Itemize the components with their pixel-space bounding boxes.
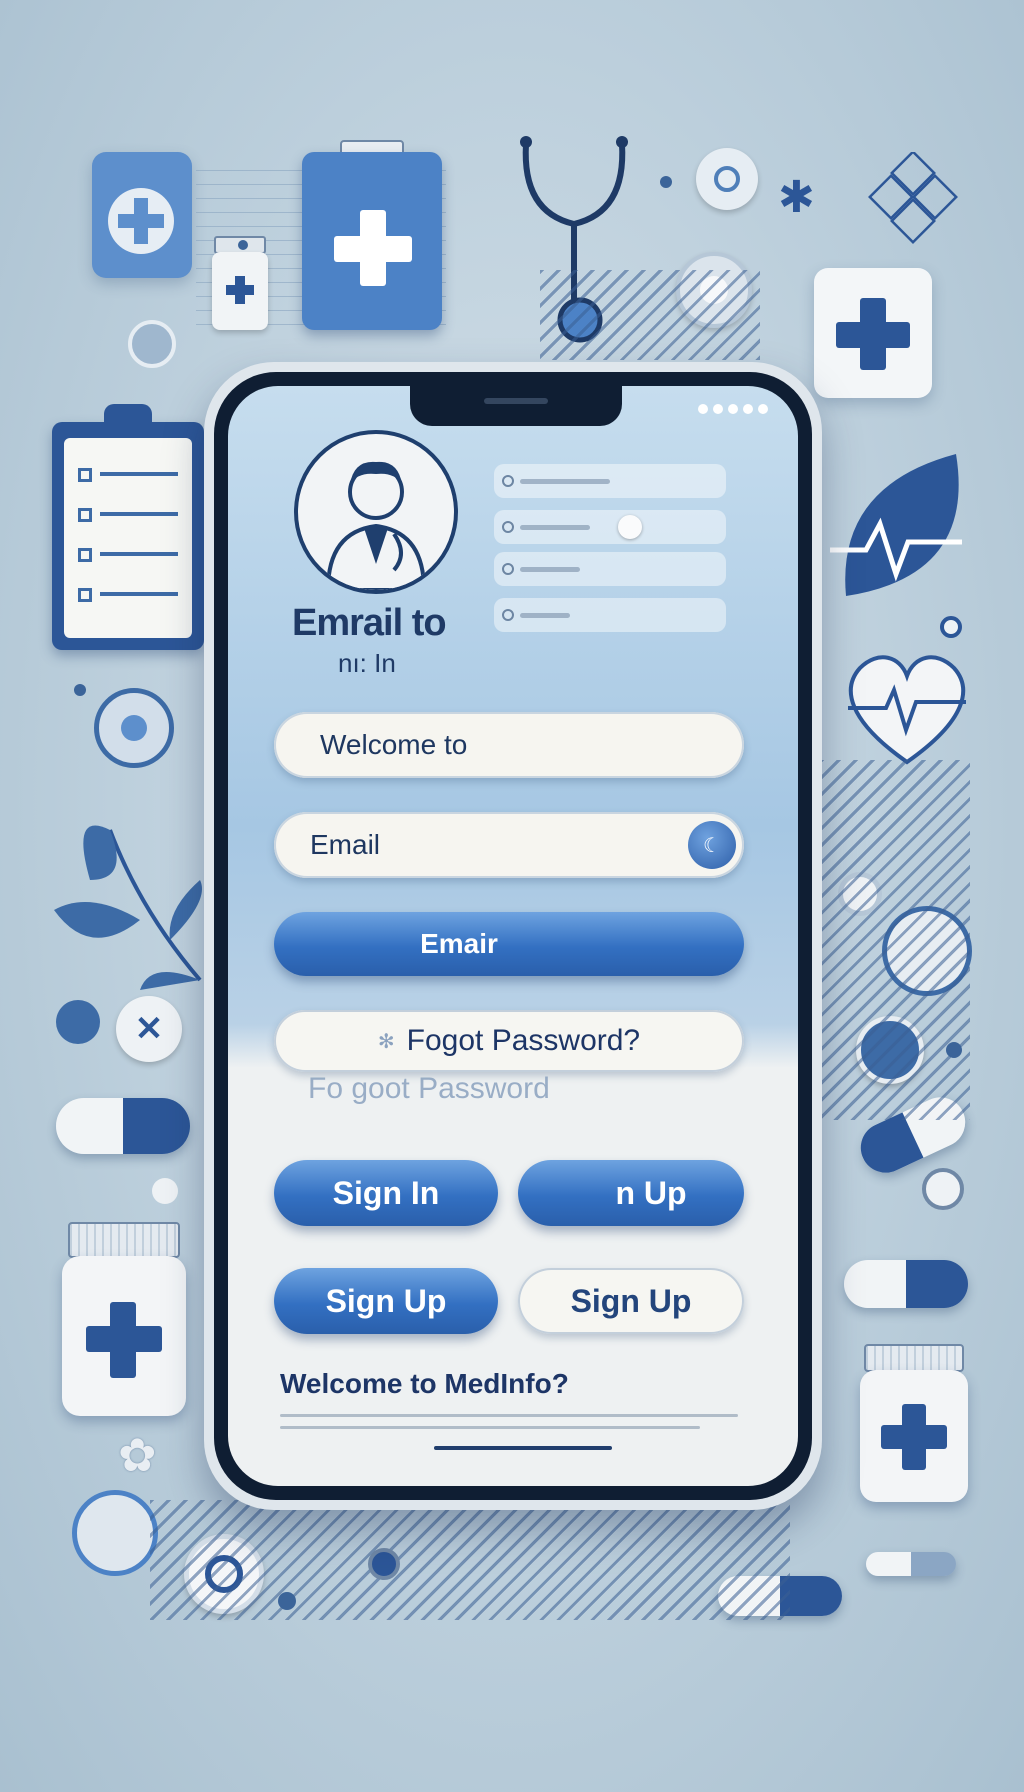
leaves-icon — [54, 825, 202, 990]
location-pin-icon[interactable]: ☾ — [688, 821, 736, 869]
sign-up-secondary-label: Sign Up — [570, 1282, 692, 1319]
welcome-field[interactable]: Welcome to — [274, 712, 744, 778]
pill-icon — [866, 1552, 956, 1576]
doctor-avatar-icon — [294, 430, 458, 594]
molecule-icon — [868, 152, 958, 244]
setting-row[interactable] — [494, 464, 726, 498]
email-field-text: Email — [310, 829, 381, 860]
pill-icon — [844, 1260, 968, 1308]
hatch-pattern — [150, 1500, 790, 1620]
screen-heading: Emrail to — [292, 602, 447, 644]
swirl-disc-icon — [72, 1490, 158, 1576]
decor-dot — [74, 684, 86, 696]
speaker — [484, 398, 548, 404]
email-field[interactable]: Email ☾ — [274, 812, 744, 878]
setting-icon — [502, 609, 514, 621]
sign-up-secondary-button[interactable]: Sign Up — [518, 1268, 744, 1334]
forgot-password-label: Fogot Password? — [406, 1024, 641, 1057]
hatch-pattern — [540, 270, 760, 360]
sign-up-button[interactable]: Sign Up — [274, 1268, 498, 1334]
sign-in-label: Sign In — [332, 1174, 440, 1211]
medicine-bottle-icon — [62, 1222, 186, 1416]
close-badge-icon: ✕ — [116, 996, 182, 1062]
decor-dot — [660, 176, 672, 188]
sign-in-button[interactable]: Sign In — [274, 1160, 498, 1226]
cross-tile-icon — [814, 268, 932, 398]
decor-dot — [946, 1042, 962, 1058]
toggle-knob[interactable] — [618, 515, 642, 539]
flower-icon: ✱ — [778, 173, 815, 222]
forgot-password-ghost-text: Fo goot Password — [308, 1072, 550, 1105]
clipboard-cross-icon — [302, 140, 442, 330]
phone-bezel: Emrail to nı: In Welcome to Email ☾ Emai… — [214, 372, 812, 1500]
ring-icon — [922, 1168, 964, 1210]
status-bar-icons — [698, 404, 768, 414]
heart-pulse-icon — [848, 655, 966, 765]
decor-dot — [940, 616, 962, 638]
setting-icon — [502, 475, 514, 487]
email-button[interactable]: Emair — [274, 912, 744, 976]
setting-icon — [502, 521, 514, 533]
setting-row[interactable] — [494, 552, 726, 586]
sign-up-label: Sign Up — [325, 1282, 447, 1319]
screen-subheading: nı: In — [338, 648, 396, 678]
pill-icon — [56, 1098, 190, 1154]
hatch-pattern — [820, 760, 970, 1120]
decor-dot — [128, 320, 176, 368]
flower-small-icon: ✿ — [118, 1429, 157, 1481]
setting-icon — [502, 563, 514, 575]
email-button-label: Emair — [420, 928, 498, 959]
setting-toggle-row[interactable] — [494, 510, 726, 544]
phone-frame: Emrail to nı: In Welcome to Email ☾ Emai… — [204, 362, 822, 1510]
monitor-dial-icon — [696, 148, 758, 210]
footer-welcome-text: Welcome to MedInfo? — [280, 1368, 569, 1399]
checklist-clipboard-icon — [52, 404, 204, 650]
medicine-bottle-icon — [860, 1344, 968, 1502]
forgot-password-button[interactable]: ✻ Fogot Password? — [274, 1010, 744, 1072]
decor-dot — [152, 1178, 178, 1204]
asterisk-icon: ✻ — [377, 1030, 395, 1053]
home-indicator[interactable] — [434, 1446, 612, 1450]
fine-print-line — [280, 1414, 738, 1417]
login-screen: Emrail to nı: In Welcome to Email ☾ Emai… — [228, 386, 798, 1486]
capsule-badge-icon — [56, 1000, 100, 1044]
notch — [410, 386, 622, 426]
leaf-heartbeat-icon — [830, 454, 962, 596]
decor-dot — [368, 1548, 400, 1580]
welcome-field-text: Welcome to — [320, 729, 468, 760]
decor-dot — [238, 240, 248, 250]
medicine-bottle-icon — [212, 236, 268, 334]
sign-up-top-label: n Up — [615, 1174, 687, 1211]
first-aid-card-icon — [92, 152, 192, 278]
decor-dot — [278, 1592, 296, 1610]
plus-badge-icon — [94, 688, 174, 768]
fine-print-line — [280, 1426, 700, 1429]
sign-up-button-top[interactable]: n Up — [518, 1160, 744, 1226]
setting-row[interactable] — [494, 598, 726, 632]
